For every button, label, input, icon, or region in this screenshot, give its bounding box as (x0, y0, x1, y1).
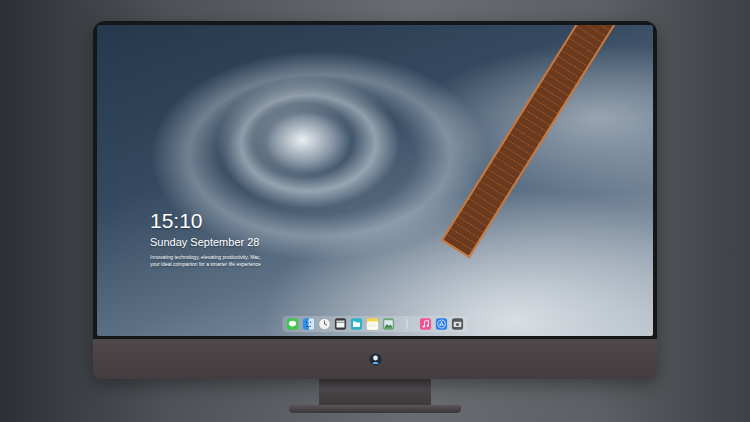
clock-time: 15:10 (150, 209, 261, 233)
solar-panel-photo (441, 25, 629, 258)
clock-date: Sunday September 28 (150, 235, 261, 249)
screenshot-icon[interactable] (452, 318, 464, 330)
clock-icon[interactable] (319, 318, 331, 330)
tagline: Innovating technology, elevating product… (150, 254, 261, 268)
monitor-base (289, 405, 461, 413)
monitor-bezel: 15:10 Sunday September 28 Innovating techn… (93, 21, 657, 339)
lock-clock: 15:10 Sunday September 28 Innovating techn… (150, 209, 261, 268)
dock-item[interactable] (287, 318, 299, 330)
dock-item[interactable] (335, 318, 347, 330)
dock-item[interactable] (351, 318, 363, 330)
dock-item[interactable] (383, 318, 395, 330)
photos-icon[interactable] (383, 318, 395, 330)
messages-icon[interactable] (287, 318, 299, 330)
mockup-background: 15:10 Sunday September 28 Innovating techn… (0, 0, 750, 422)
dock-item[interactable] (303, 318, 315, 330)
finder-icon[interactable] (303, 318, 315, 330)
files-icon[interactable] (351, 318, 363, 330)
monitor: 15:10 Sunday September 28 Innovating techn… (93, 21, 657, 379)
desktop-screen: 15:10 Sunday September 28 Innovating techn… (97, 25, 653, 336)
dock (283, 316, 468, 332)
notes-icon[interactable] (367, 318, 379, 330)
dock-separator (407, 319, 408, 329)
dock-item[interactable] (436, 318, 448, 330)
tagline-line: Innovating technology, elevating product… (150, 254, 261, 261)
dock-item[interactable] (420, 318, 432, 330)
tagline-line: your ideal companion for a smarter life … (150, 261, 261, 268)
appstore-icon[interactable] (436, 318, 448, 330)
music-icon[interactable] (420, 318, 432, 330)
monitor-chin (93, 339, 657, 379)
monitor-stand (319, 379, 431, 405)
dock-item[interactable] (319, 318, 331, 330)
dock-item[interactable] (452, 318, 464, 330)
videos-icon[interactable] (335, 318, 347, 330)
brand-logo-icon (369, 353, 382, 366)
dock-item[interactable] (367, 318, 379, 330)
